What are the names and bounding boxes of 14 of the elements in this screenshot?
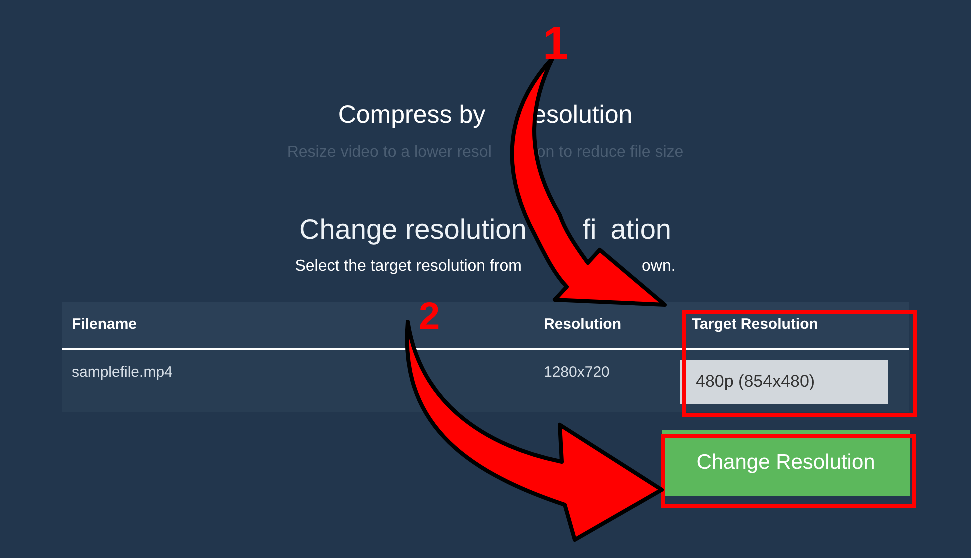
page-title: Compress by	[338, 100, 486, 132]
table-cell-text: 1280x720	[544, 363, 611, 383]
column-header: Resolution	[544, 314, 622, 335]
step-number: 2	[419, 298, 440, 336]
column-header: Target Resolution	[691, 314, 818, 335]
section-heading: fi	[582, 213, 597, 247]
resolution-select[interactable]: 480p (854x480)	[680, 360, 888, 404]
section-heading: ation	[610, 213, 672, 247]
column-header: Filename	[72, 316, 138, 333]
instruction-text: own.	[642, 257, 676, 277]
table-cell-text: samplefile.mp4	[71, 363, 174, 383]
instruction-text: Select the target resolution from	[295, 257, 522, 277]
step-number: 1	[543, 20, 569, 66]
section-heading: Change resolution	[300, 213, 527, 247]
